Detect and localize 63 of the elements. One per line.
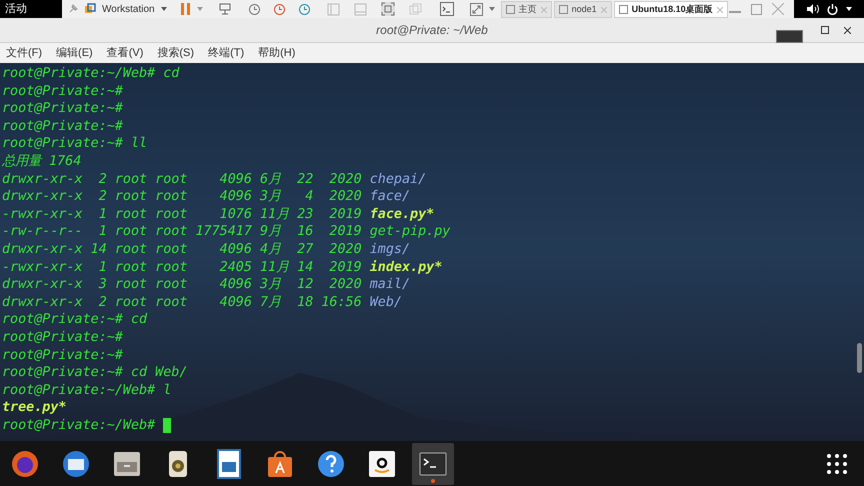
caret-icon[interactable] <box>846 7 852 11</box>
resize-icon[interactable] <box>470 2 483 16</box>
executable-name: index.py* <box>370 258 442 276</box>
dock-app[interactable] <box>412 442 454 484</box>
workstation-menu[interactable]: Workstation <box>102 2 155 16</box>
app-grid-icon[interactable] <box>826 452 848 474</box>
directory-name: chepai/ <box>370 170 426 188</box>
scrollbar[interactable] <box>857 343 862 373</box>
terminal-line: -rwxr-xr-x 1 root root 1076 11月 23 2019 <box>2 206 363 224</box>
fullscreen-icon[interactable] <box>380 2 395 16</box>
menu-item[interactable]: 文件(F) <box>6 44 42 62</box>
terminal-line: drwxr-xr-x 2 root root 4096 7月 18 16:56 <box>2 294 363 312</box>
terminal-line: -rwxr-xr-x 1 root root 2405 11月 14 2019 <box>2 258 363 276</box>
terminal-icon[interactable] <box>440 2 454 16</box>
menu-item[interactable]: 帮助(H) <box>258 44 296 62</box>
terminal-line: drwxr-xr-x 3 root root 4096 3月 12 2020 <box>2 276 363 294</box>
vm-icon <box>558 5 568 14</box>
executable-name: tree.py* <box>2 399 66 417</box>
menu-item[interactable]: 查看(V) <box>106 44 144 62</box>
terminal-line: drwxr-xr-x 2 root root 4096 3月 4 2020 <box>2 188 363 206</box>
pause-icon[interactable] <box>180 3 191 15</box>
directory-name: face/ <box>370 188 410 206</box>
menu-item[interactable]: 搜索(S) <box>157 44 194 62</box>
pin-icon[interactable] <box>68 4 78 14</box>
terminal-line: root@Private:~# ll <box>2 135 148 153</box>
terminal-line: root@Private:~# cd <box>2 311 148 329</box>
vm-icon <box>618 5 628 14</box>
vm-tab[interactable]: node1 <box>554 1 612 18</box>
network-icon[interactable] <box>218 3 232 15</box>
terminal-line: root@Private:~# <box>2 82 123 100</box>
menu-item[interactable]: 编辑(E) <box>56 44 93 62</box>
terminal-line: drwxr-xr-x 14 root root 4096 4月 27 2020 <box>2 240 363 259</box>
terminal-line: root@Private:~# <box>2 328 123 346</box>
volume-icon[interactable] <box>806 4 818 14</box>
terminal-line: root@Private:~/Web# l <box>2 382 172 400</box>
vm-tab[interactable]: 主页 <box>500 1 552 18</box>
terminal-line: root@Private:~# <box>2 100 123 118</box>
window-title: root@Private: ~/Web <box>376 23 488 37</box>
vm-tab[interactable]: Ubuntu18.10桌面版 <box>614 1 728 18</box>
clock-icon[interactable] <box>298 2 311 16</box>
terminal-line: root@Private:~/Web# <box>2 416 156 434</box>
terminal-line: -rw-r--r-- 1 root root 1775417 9月 16 2019 get-pip.py <box>2 223 450 241</box>
terminal-line: root@Private:~# <box>2 118 123 136</box>
maximize-icon[interactable] <box>821 26 829 34</box>
menu-item[interactable]: 终端(T) <box>208 44 244 62</box>
executable-name: face.py* <box>370 206 434 224</box>
directory-name: Web/ <box>370 294 402 312</box>
terminal-line: root@Private:~/Web# cd <box>2 65 180 83</box>
cursor <box>163 418 172 433</box>
directory-name: mail/ <box>370 276 410 294</box>
close-icon[interactable] <box>844 27 851 34</box>
terminal-thumbnail <box>776 30 803 43</box>
window-icon <box>84 3 96 15</box>
directory-name: imgs/ <box>370 240 410 259</box>
terminal-line: drwxr-xr-x 2 root root 4096 6月 22 2020 <box>2 170 363 188</box>
power-icon[interactable] <box>826 4 838 14</box>
terminal-line: root@Private:~# cd Web/ <box>2 364 188 382</box>
caret-icon[interactable] <box>160 7 167 11</box>
clock-icon[interactable] <box>248 2 261 16</box>
terminal-line: 总用量 1764 <box>2 152 82 171</box>
vm-icon <box>506 5 515 14</box>
clock-icon[interactable] <box>272 2 286 16</box>
terminal-line: root@Private:~# <box>2 346 123 364</box>
